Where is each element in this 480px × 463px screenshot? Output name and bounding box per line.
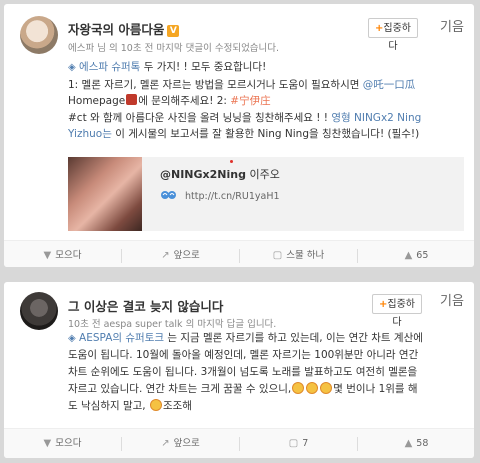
emoji-icon	[306, 382, 319, 394]
user-link[interactable]: 영형 NINGx2 Ning	[331, 112, 421, 124]
follow-label: 집중하다	[383, 23, 411, 52]
body-text: 몇 번이나 1위를 해	[333, 383, 418, 395]
collect-label: 모으다	[55, 250, 82, 261]
follow-button[interactable]: +집중하다	[368, 18, 418, 52]
body-text: 차트 순위에도 도움이 됩니다. 3개월이 넘도록 노래를 발표하고도 여전히 …	[68, 366, 418, 378]
emoji-icon	[149, 399, 162, 411]
post-body: ◈ AESPA의 슈퍼토크 는 지금 멜론 자르기를 하고 있는데, 이는 연간…	[68, 330, 468, 415]
forward-button[interactable]: ↗ 앞으로	[122, 241, 239, 267]
body-text: 이 게시물의 보고서를 잘 활용한 Ning Ning을 칭찬했습니다! (필수…	[111, 128, 420, 140]
like-button[interactable]: ▲ 65	[358, 241, 474, 267]
forward-icon: ↗	[161, 438, 170, 449]
shared-url-text[interactable]: http://t.cn/RU1yaH1	[185, 191, 280, 202]
supertalk-diamond-icon: ◈	[68, 62, 76, 73]
collect-button[interactable]: ▼ 모으다	[4, 241, 121, 267]
collect-label: 모으다	[55, 438, 82, 449]
like-count: 65	[416, 250, 429, 261]
author-name[interactable]: 자왕국의 아름다움 V	[68, 19, 180, 38]
supertalk-diamond-icon: ◈	[68, 333, 76, 344]
side-label: 기음	[440, 20, 464, 35]
comment-button[interactable]: ▢ 7	[240, 429, 357, 458]
link-icon	[161, 191, 176, 199]
like-count: 58	[416, 438, 429, 449]
comment-icon: ▢	[272, 250, 283, 261]
verified-icon: V	[167, 25, 180, 37]
side-label: 기음	[440, 294, 464, 309]
body-text: 도 낙심하지 말고,	[68, 400, 146, 412]
shared-url[interactable]: http://t.cn/RU1yaH1	[160, 190, 280, 202]
body-text: 에 문의해주세요! 2:	[138, 95, 231, 107]
hashtag-link[interactable]: #宁伊庄	[230, 95, 270, 107]
forward-button[interactable]: ↗ 앞으로	[122, 429, 239, 458]
collect-icon: ▼	[43, 438, 52, 449]
shared-title[interactable]: @NINGx2Ning 이주오	[160, 166, 280, 182]
shared-title-handle[interactable]: @NINGx2Ning	[160, 168, 246, 181]
comment-count: 7	[302, 438, 309, 449]
supertalk-link[interactable]: AESPA의 슈퍼토크	[79, 332, 164, 344]
body-text: #ct 와 함께 아름다운 사진을 올려 닝닝을 칭찬해주세요 ! !	[68, 111, 332, 124]
collect-icon: ▼	[43, 250, 52, 261]
body-text: 1: 멜론 자르기, 멜론 자르는 방법을 모르시거나 도움이 필요하시면	[68, 78, 363, 91]
avatar[interactable]	[20, 292, 58, 330]
comment-label: 스물 하나	[286, 250, 325, 261]
forward-icon: ↗	[161, 250, 170, 261]
like-button[interactable]: ▲ 58	[358, 429, 474, 458]
notification-dot	[230, 160, 233, 163]
follow-label: 집중하다	[387, 299, 415, 328]
emoji-icon	[292, 382, 305, 394]
post-card: 자왕국의 아름다움 V 에스파 님 의 10초 전 마지막 댓글이 수정되었습니다…	[4, 4, 474, 267]
thumbs-up-icon: ▲	[404, 250, 413, 261]
comment-icon: ▢	[288, 438, 299, 449]
post-meta: 10초 전 aespa super talk 의 마지막 답글 입니다.	[68, 319, 277, 330]
avatar[interactable]	[20, 16, 58, 54]
body-text: 는 지금 멜론 자르기를 하고 있는데, 이는 연간 차트 계산에	[164, 332, 423, 344]
follow-button[interactable]: +집중하다	[372, 294, 422, 328]
forward-label: 앞으로	[173, 438, 200, 449]
body-text: 조조해	[162, 400, 192, 412]
collect-button[interactable]: ▼ 모으다	[4, 429, 121, 458]
post-body: ◈ 에스파 슈퍼톡 두 가지! ! 모두 중요합니다! 1: 멜론 자르기, 멜…	[68, 59, 464, 143]
emoji-icon	[126, 94, 138, 105]
shared-link-card[interactable]: @NINGx2Ning 이주오 http://t.cn/RU1yaH1	[68, 157, 464, 231]
author-name-text[interactable]: 자왕국의 아름다움	[68, 22, 164, 37]
body-text: 도움이 됩니다. 10월에 돌아올 예정인데, 멜론 자르기는 100위분만 아…	[68, 349, 419, 361]
body-text: Homepage	[68, 95, 126, 107]
emoji-icon	[320, 382, 333, 394]
forward-label: 앞으로	[173, 250, 200, 261]
comment-button[interactable]: ▢ 스물 하나	[240, 241, 357, 267]
user-link[interactable]: Yizhuo는	[68, 128, 112, 140]
shared-title-name: 이주오	[245, 168, 280, 181]
supertalk-link[interactable]: 에스파 슈퍼톡	[79, 61, 140, 73]
body-text: 두 가지! ! 모두 중요합니다!	[140, 61, 267, 73]
post-card: 그 이상은 결코 늦지 않습니다 10초 전 aespa super talk …	[4, 282, 474, 458]
shared-thumbnail[interactable]	[68, 157, 142, 231]
post-meta: 에스파 님 의 10초 전 마지막 댓글이 수정되었습니다.	[68, 43, 280, 54]
action-bar: ▼ 모으다 ↗ 앞으로 ▢ 스물 하나 ▲ 65	[4, 240, 474, 267]
thumbs-up-icon: ▲	[404, 438, 413, 449]
author-name[interactable]: 그 이상은 결코 늦지 않습니다	[68, 296, 223, 315]
mention-link[interactable]: @吒一口瓜	[363, 79, 416, 91]
body-text: 자르고 있습니다. 연간 차트는 크게 꿈꿀 수 있으니,	[68, 383, 292, 395]
action-bar: ▼ 모으다 ↗ 앞으로 ▢ 7 ▲ 58	[4, 428, 474, 458]
